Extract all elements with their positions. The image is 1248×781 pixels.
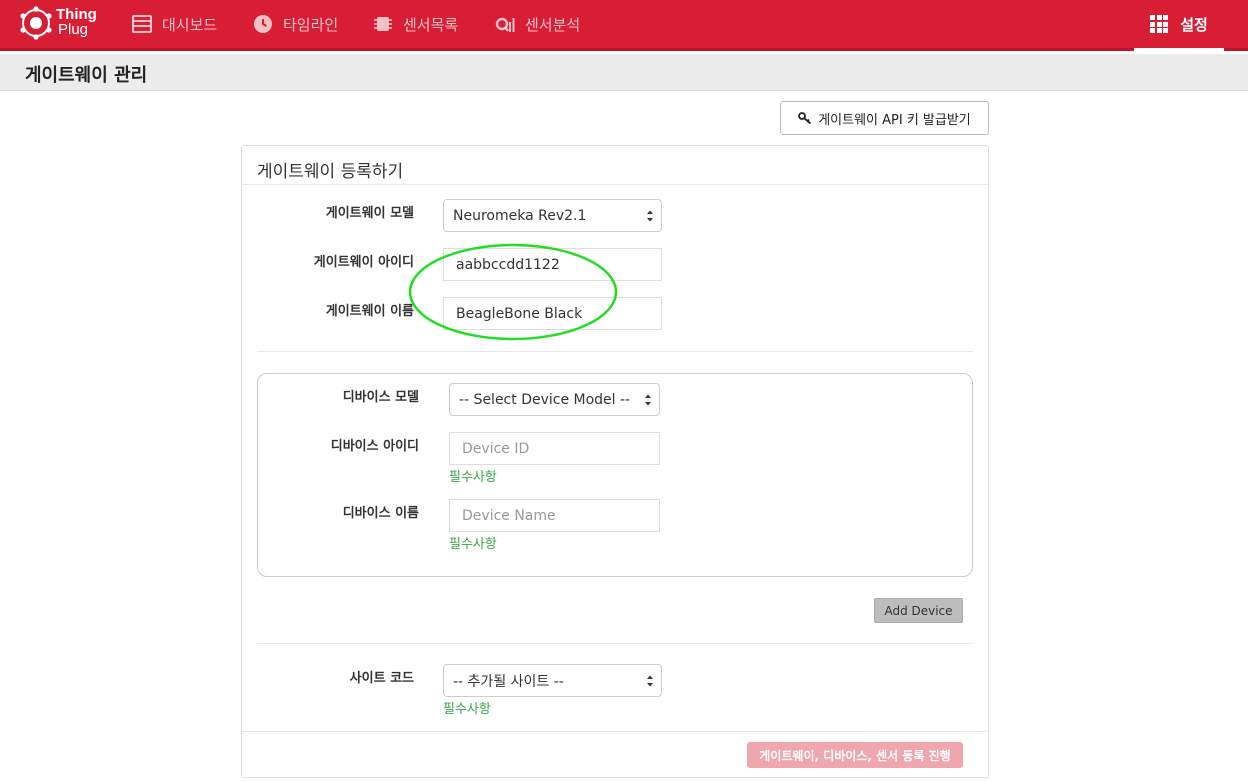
gateway-id-label: 게이트웨이 아이디 bbox=[313, 255, 414, 270]
top-navbar: Thing Plug 대시보드 타임라인 센서목록 센서분석 설정 bbox=[0, 0, 1248, 51]
analytics-icon bbox=[495, 17, 515, 32]
dashboard-icon bbox=[132, 15, 152, 33]
select-arrows-icon bbox=[645, 394, 651, 406]
device-model-label: 디바이스 모델 bbox=[342, 390, 419, 405]
logo-text-thing: Thing bbox=[56, 6, 97, 23]
page-title: 게이트웨이 관리 bbox=[25, 65, 148, 86]
gateway-name-label: 게이트웨이 이름 bbox=[325, 304, 414, 319]
nav-item-sensor-list[interactable]: 센서목록 bbox=[373, 0, 458, 48]
nav-item-settings[interactable]: 설정 bbox=[1134, 0, 1224, 51]
device-id-help: 필수사항 bbox=[449, 470, 497, 485]
device-name-input[interactable]: Device Name bbox=[449, 499, 660, 532]
gateway-model-select[interactable]: Neuromeka Rev2.1 bbox=[443, 199, 662, 232]
device-name-label: 디바이스 이름 bbox=[342, 506, 419, 521]
device-name-help: 필수사항 bbox=[449, 537, 497, 552]
grid-icon bbox=[1150, 15, 1169, 33]
nav-item-timeline[interactable]: 타임라인 bbox=[253, 0, 338, 48]
nav-label-dashboard: 대시보드 bbox=[162, 15, 218, 34]
nav-label-settings: 설정 bbox=[1180, 15, 1208, 34]
logo-icon bbox=[20, 6, 52, 40]
nav-label-sensor-list: 센서목록 bbox=[403, 15, 459, 34]
clock-icon bbox=[254, 15, 272, 33]
gateway-model-label: 게이트웨이 모델 bbox=[325, 206, 414, 221]
section-divider bbox=[257, 643, 973, 644]
nav-item-dashboard[interactable]: 대시보드 bbox=[132, 0, 217, 48]
device-model-select[interactable]: -- Select Device Model -- bbox=[449, 383, 660, 416]
device-id-input[interactable]: Device ID bbox=[449, 432, 660, 465]
section-divider bbox=[257, 351, 973, 352]
chip-icon bbox=[374, 17, 392, 31]
panel-title: 게이트웨이 등록하기 bbox=[257, 162, 404, 182]
add-device-button[interactable]: Add Device bbox=[874, 598, 963, 623]
logo-text-plug: Plug bbox=[58, 21, 89, 38]
site-code-help: 필수사항 bbox=[443, 702, 491, 717]
gateway-id-input[interactable]: aabbccdd1122 bbox=[443, 248, 662, 281]
register-submit-button[interactable]: 게이트웨이, 디바이스, 센서 등록 진행 bbox=[747, 742, 963, 768]
panel-footer-divider bbox=[242, 731, 988, 732]
device-id-label: 디바이스 아이디 bbox=[330, 439, 419, 454]
site-code-select[interactable]: -- 추가될 사이트 -- bbox=[443, 664, 662, 697]
select-arrows-icon bbox=[647, 210, 653, 222]
nav-label-sensor-analysis: 센서분석 bbox=[525, 15, 581, 34]
gateway-model-value: Neuromeka Rev2.1 bbox=[453, 207, 587, 224]
thingplug-logo[interactable]: Thing Plug bbox=[18, 5, 103, 45]
select-arrows-icon bbox=[647, 675, 653, 687]
site-code-value: -- 추가될 사이트 -- bbox=[453, 673, 564, 690]
gateway-name-input[interactable]: BeagleBone Black bbox=[443, 297, 662, 330]
panel-header-divider bbox=[242, 184, 988, 185]
gateway-api-key-button[interactable]: 게이트웨이 API 키 발급받기 bbox=[780, 101, 989, 135]
gateway-api-key-label: 게이트웨이 API 키 발급받기 bbox=[818, 112, 971, 128]
key-icon bbox=[798, 112, 812, 125]
page-header: 게이트웨이 관리 bbox=[0, 54, 1248, 91]
nav-item-sensor-analysis[interactable]: 센서분석 bbox=[495, 0, 580, 48]
device-model-value: -- Select Device Model -- bbox=[459, 391, 631, 408]
site-code-label: 사이트 코드 bbox=[349, 671, 414, 686]
nav-label-timeline: 타임라인 bbox=[283, 15, 339, 34]
